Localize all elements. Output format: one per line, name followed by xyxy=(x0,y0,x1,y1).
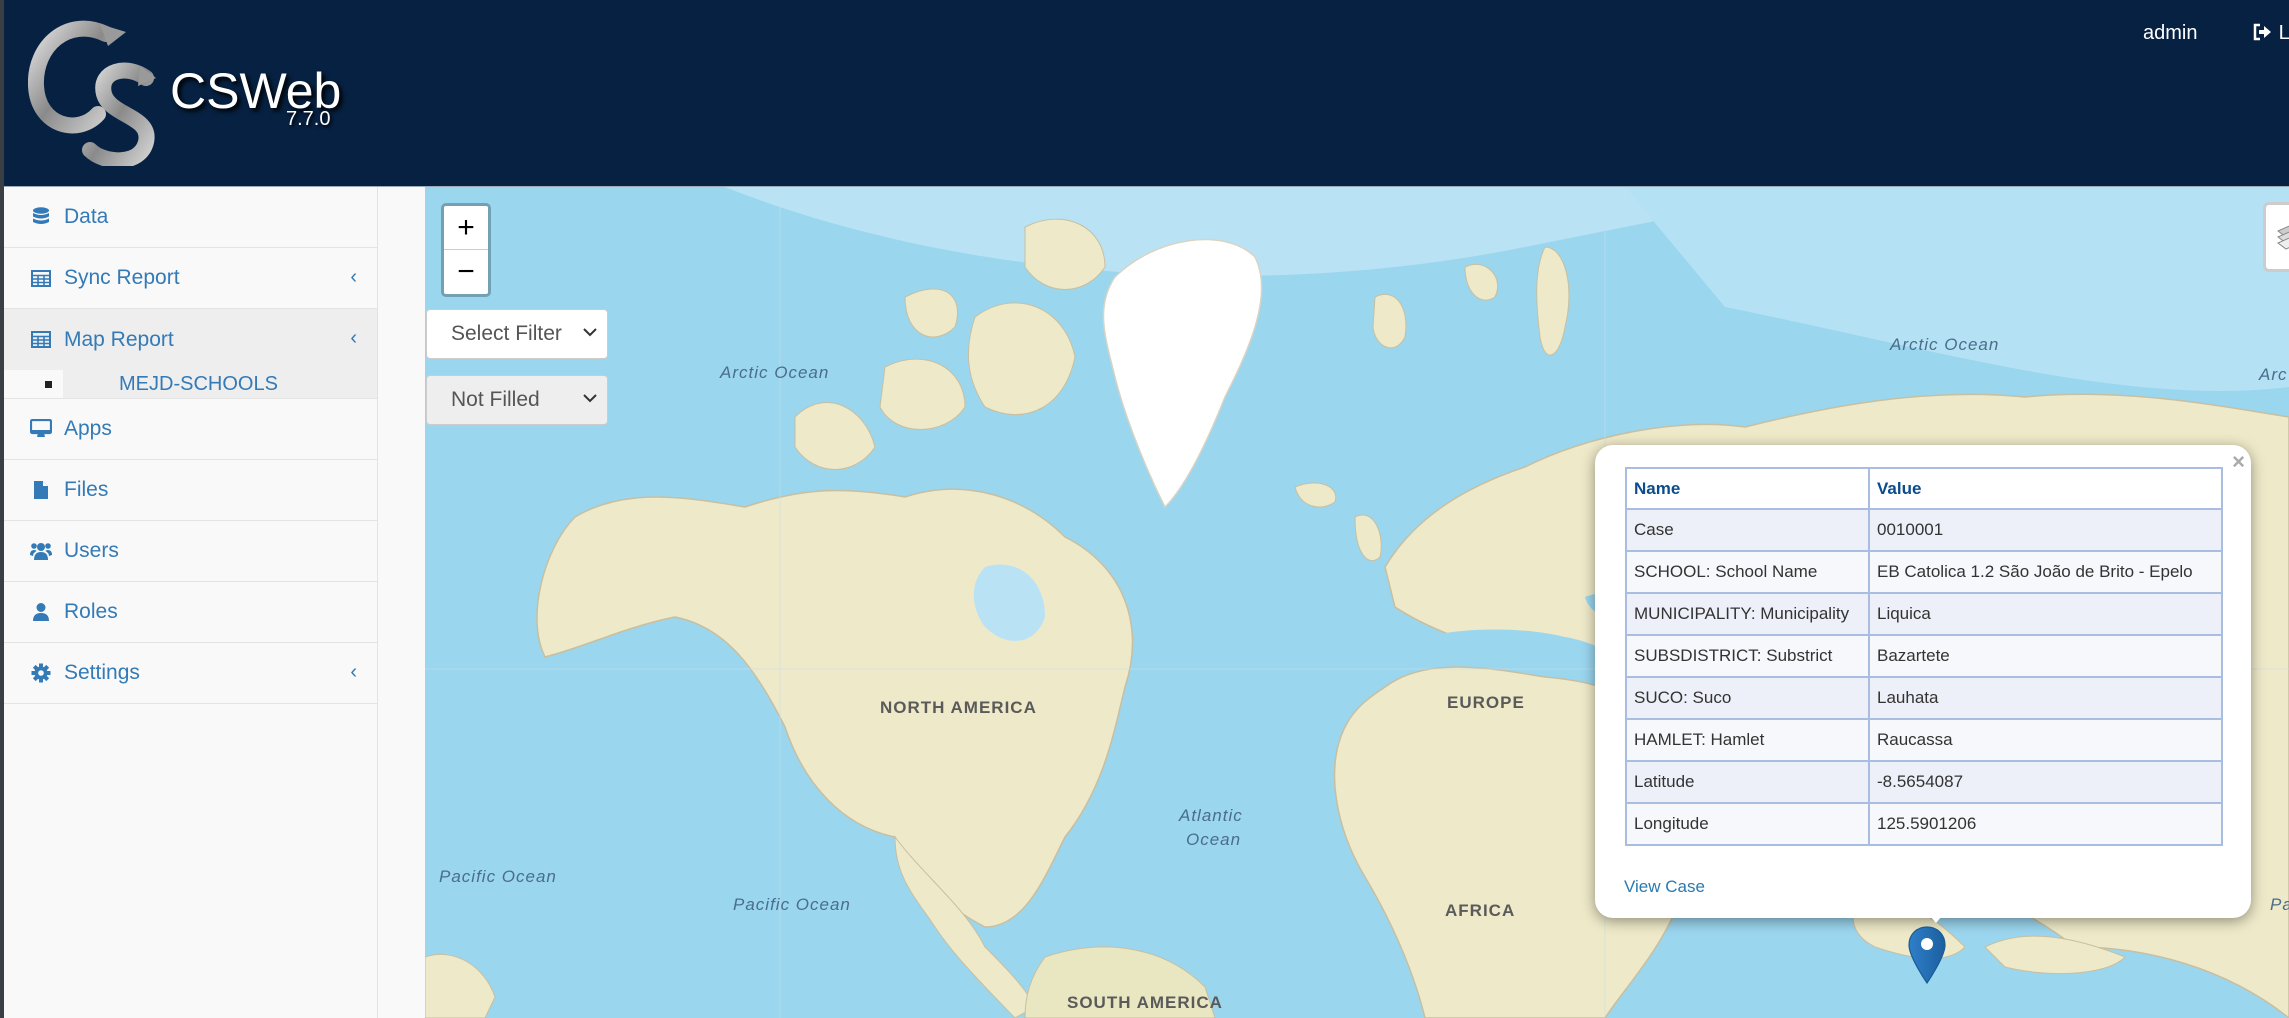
app-version: 7.7.0 xyxy=(286,108,331,130)
table-row: SUCO: Suco Lauhata xyxy=(1625,676,2223,720)
table-row: SUBSDISTRICT: Substrict Bazartete xyxy=(1625,634,2223,678)
map-label-pacific-ocean: Pacific Ocean xyxy=(733,895,851,914)
cs-logo-icon xyxy=(28,20,156,166)
map-label-arctic-ocean: Arctic Ocean xyxy=(720,363,830,382)
sidebar-item-data[interactable]: Data xyxy=(4,187,377,248)
status-select[interactable]: Not Filled xyxy=(426,375,608,425)
chevron-left-icon: ‹ xyxy=(350,661,357,683)
sidebar-item-map-report[interactable]: Map Report ‹ xyxy=(4,309,377,370)
row-value: Liquica xyxy=(1868,592,2223,636)
sidebar-item-label: Settings xyxy=(64,661,140,684)
logout-link[interactable]: L xyxy=(2253,22,2289,45)
layers-icon xyxy=(2277,225,2289,250)
sidebar-item-label: Roles xyxy=(64,600,118,623)
map-label-south-america: SOUTH AMERICA xyxy=(1067,993,1223,1012)
file-icon xyxy=(30,479,52,501)
row-name: Latitude xyxy=(1625,760,1870,804)
map-marker-icon[interactable] xyxy=(1907,925,1947,985)
logout-label: L xyxy=(2278,22,2289,44)
filter-select-value: Select Filter xyxy=(451,322,562,345)
database-icon xyxy=(30,206,52,228)
desktop-icon xyxy=(30,418,52,440)
popup-tip xyxy=(1924,909,1948,923)
row-value: -8.5654087 xyxy=(1868,760,2223,804)
table-row: Latitude -8.5654087 xyxy=(1625,760,2223,804)
chevron-down-icon xyxy=(583,390,597,408)
map-label-atlantic-ocean: Ocean xyxy=(1186,830,1242,849)
row-name: SUBSDISTRICT: Substrict xyxy=(1625,634,1870,678)
row-name: MUNICIPALITY: Municipality xyxy=(1625,592,1870,636)
column-header-value: Value xyxy=(1868,467,2223,510)
gear-icon xyxy=(30,662,52,684)
sidebar-subitem-mejd-schools[interactable]: MEJD-SCHOOLS xyxy=(4,370,377,399)
map-label-atlantic-ocean: Atlantic xyxy=(1179,806,1243,825)
row-value: Raucassa xyxy=(1868,718,2223,762)
row-name: SUCO: Suco xyxy=(1625,676,1870,720)
case-popup: × Name Value Case 0010001 SCHOOL: School … xyxy=(1595,445,2251,918)
row-value: 125.5901206 xyxy=(1868,802,2223,846)
row-name: Case xyxy=(1625,508,1870,552)
map-label-arctic-ocean: Arc xyxy=(2259,365,2288,384)
close-icon[interactable]: × xyxy=(2232,449,2245,475)
table-header-row: Name Value xyxy=(1625,467,2223,510)
sign-out-icon xyxy=(2253,23,2271,41)
zoom-control: + − xyxy=(441,203,491,297)
map-label-africa: AFRICA xyxy=(1445,901,1516,920)
sidebar-item-files[interactable]: Files xyxy=(4,460,377,521)
sidebar-item-label: Map Report xyxy=(64,327,174,351)
user-name[interactable]: admin xyxy=(2143,22,2197,45)
top-header: CSWeb 7.7.0 admin L xyxy=(0,0,2289,187)
table-row: Longitude 125.5901206 xyxy=(1625,802,2223,846)
map-label-pacific-ocean: Pa xyxy=(2270,895,2289,914)
zoom-in-button[interactable]: + xyxy=(444,206,488,250)
case-details-table: Name Value Case 0010001 SCHOOL: School Na… xyxy=(1625,467,2223,846)
sidebar-subitem-label[interactable]: MEJD-SCHOOLS xyxy=(119,373,278,396)
row-value: EB Catolica 1.2 São João de Brito - Epel… xyxy=(1868,550,2223,594)
sidebar-item-label: Data xyxy=(64,205,109,228)
map-label-north-america: NORTH AMERICA xyxy=(880,698,1037,717)
window-edge xyxy=(0,0,4,1018)
layers-control[interactable] xyxy=(2263,202,2289,272)
table-icon xyxy=(30,267,52,289)
map-label-pacific-ocean: Pacific Ocean xyxy=(439,867,557,886)
sidebar-item-label: Users xyxy=(64,539,119,562)
table-row: MUNICIPALITY: Municipality Liquica xyxy=(1625,592,2223,636)
map-label-arctic-ocean: Arctic Ocean xyxy=(1890,335,2000,354)
user-icon xyxy=(30,601,52,623)
chevron-left-icon: ‹ xyxy=(350,327,357,349)
map-label-europe: EUROPE xyxy=(1447,693,1525,712)
row-name: Longitude xyxy=(1625,802,1870,846)
table-row: HAMLET: Hamlet Raucassa xyxy=(1625,718,2223,762)
view-case-link[interactable]: View Case xyxy=(1624,877,1705,897)
row-value: Lauhata xyxy=(1868,676,2223,720)
table-row: SCHOOL: School Name EB Catolica 1.2 São J… xyxy=(1625,550,2223,594)
sidebar-item-settings[interactable]: Settings ‹ xyxy=(4,643,377,704)
row-name: HAMLET: Hamlet xyxy=(1625,718,1870,762)
sidebar-item-apps[interactable]: Apps xyxy=(4,399,377,460)
chevron-down-icon xyxy=(583,324,597,342)
table-row: Case 0010001 xyxy=(1625,508,2223,552)
sidebar-item-sync-report[interactable]: Sync Report ‹ xyxy=(4,248,377,309)
bullet-icon xyxy=(45,381,52,388)
table-icon xyxy=(30,329,52,351)
filter-select[interactable]: Select Filter xyxy=(426,309,608,359)
row-value: 0010001 xyxy=(1868,508,2223,552)
sidebar-item-roles[interactable]: Roles xyxy=(4,582,377,643)
sidebar-item-users[interactable]: Users xyxy=(4,521,377,582)
row-value: Bazartete xyxy=(1868,634,2223,678)
chevron-left-icon: ‹ xyxy=(350,266,357,288)
column-header-name: Name xyxy=(1625,467,1870,510)
row-name: SCHOOL: School Name xyxy=(1625,550,1870,594)
users-icon xyxy=(30,540,52,562)
sidebar-item-label: Files xyxy=(64,478,109,501)
sidebar: Data Sync Report ‹ Map Report ‹ MEJD-SCH… xyxy=(4,187,378,1018)
zoom-out-button[interactable]: − xyxy=(444,250,488,294)
sidebar-item-label: Sync Report xyxy=(64,266,180,289)
sidebar-item-label: Apps xyxy=(64,417,112,440)
status-select-value: Not Filled xyxy=(451,388,540,411)
map-view[interactable]: Arctic Ocean Arctic Ocean Arc NORTH AMER… xyxy=(425,187,2289,1018)
